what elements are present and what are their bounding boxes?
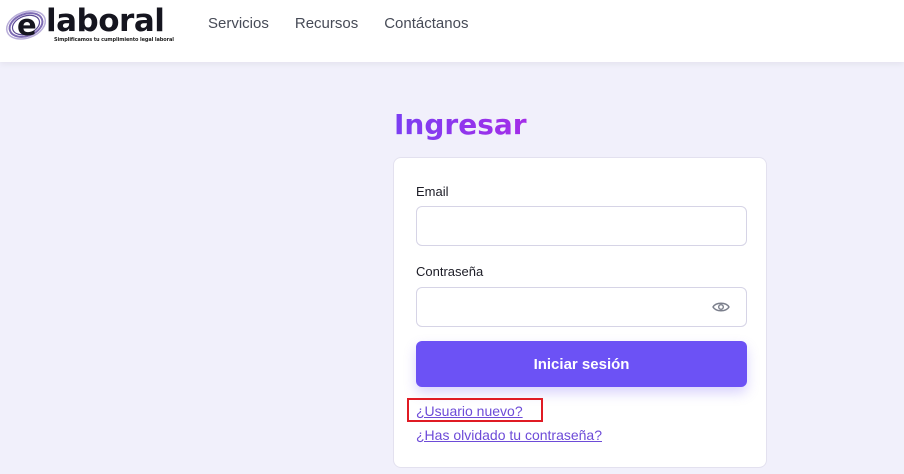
email-label: Email xyxy=(416,184,449,199)
forgot-password-link[interactable]: ¿Has olvidado tu contraseña? xyxy=(416,427,602,443)
main-nav: Servicios Recursos Contáctanos xyxy=(208,15,468,32)
svg-text:e: e xyxy=(17,8,37,42)
login-card: Email Contraseña Iniciar sesión ¿Usuario… xyxy=(393,157,767,468)
page-title: Ingresar xyxy=(393,106,533,142)
nav-contactanos[interactable]: Contáctanos xyxy=(384,15,468,32)
svg-text:Ingresar: Ingresar xyxy=(394,108,527,141)
new-user-link[interactable]: ¿Usuario nuevo? xyxy=(416,403,523,419)
logo-tagline: Simplificamos tu cumplimiento legal labo… xyxy=(54,37,174,43)
site-header: e laboral Simplificamos tu cumplimiento … xyxy=(0,0,904,62)
nav-servicios[interactable]: Servicios xyxy=(208,15,269,32)
brand-logo[interactable]: e laboral Simplificamos tu cumplimiento … xyxy=(4,3,174,46)
logo-wordmark: laboral xyxy=(46,3,165,39)
password-label: Contraseña xyxy=(416,264,484,279)
nav-recursos[interactable]: Recursos xyxy=(295,15,358,32)
email-field[interactable] xyxy=(416,206,747,246)
login-button[interactable]: Iniciar sesión xyxy=(416,341,747,387)
page-title-text: Ingresar xyxy=(394,108,527,141)
eye-icon[interactable] xyxy=(712,298,730,316)
password-field[interactable] xyxy=(416,287,747,327)
